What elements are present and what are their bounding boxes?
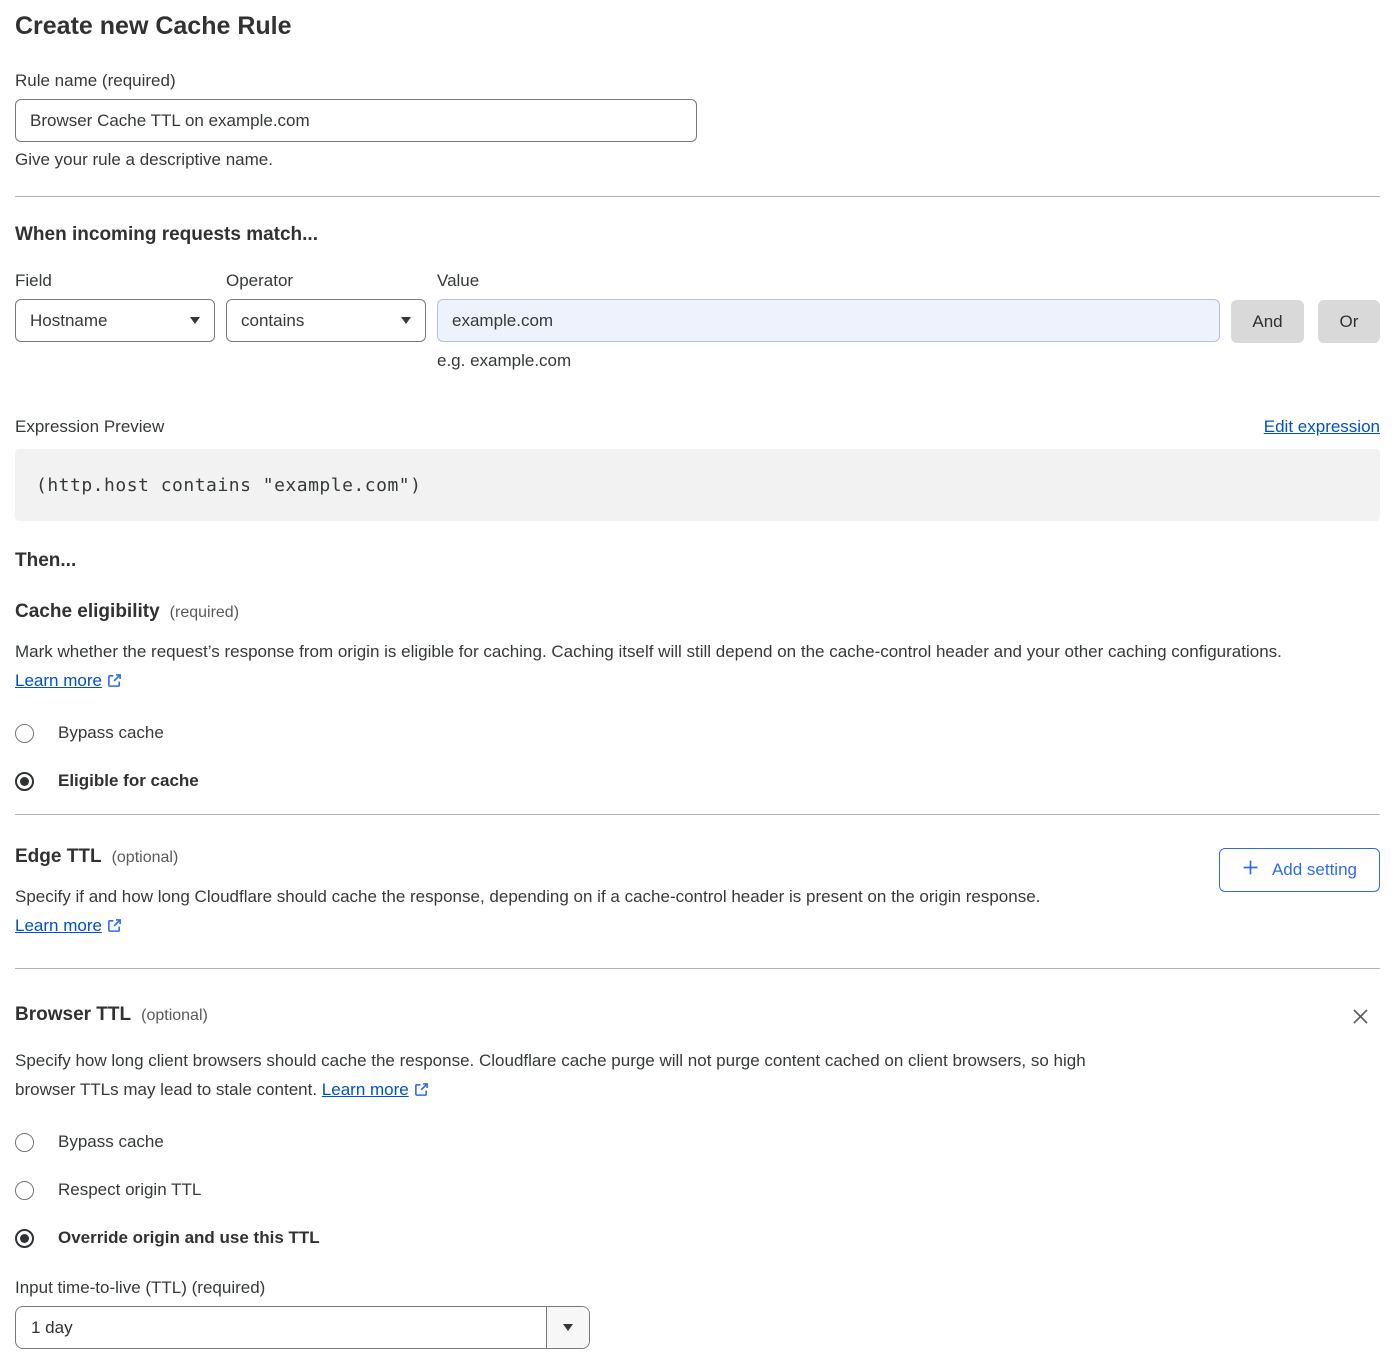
chevron-down-icon	[190, 317, 200, 324]
radio-override-origin-ttl[interactable]: Override origin and use this TTL	[15, 1227, 1380, 1249]
match-condition-row: Field Hostname Operator contains Value e…	[15, 270, 1380, 371]
cache-eligibility-description: Mark whether the request’s response from…	[15, 638, 1360, 697]
cache-eligibility-heading: Cache eligibility	[15, 601, 160, 622]
ttl-select[interactable]: 1 day	[15, 1306, 590, 1349]
radio-label: Bypass cache	[58, 723, 164, 743]
radio-respect-origin-ttl[interactable]: Respect origin TTL	[15, 1179, 1380, 1201]
ttl-select-value: 1 day	[16, 1318, 73, 1338]
field-label: Field	[15, 270, 215, 291]
page-title: Create new Cache Rule	[15, 12, 1380, 40]
value-input[interactable]	[437, 299, 1220, 342]
radio-label: Override origin and use this TTL	[58, 1228, 320, 1248]
and-button[interactable]: And	[1231, 300, 1304, 343]
radio-circle-icon[interactable]	[15, 724, 34, 743]
radio-eligible-for-cache[interactable]: Eligible for cache	[15, 770, 1380, 792]
expression-section: Expression Preview Edit expression (http…	[15, 416, 1380, 521]
radio-circle-selected-icon[interactable]	[15, 772, 34, 791]
rule-name-section: Rule name (required) Give your rule a de…	[15, 70, 1380, 170]
operator-select-value: contains	[241, 311, 304, 331]
value-column: Value e.g. example.com	[437, 270, 1220, 371]
or-button[interactable]: Or	[1318, 300, 1380, 343]
learn-more-link[interactable]: Learn more	[322, 1080, 409, 1099]
create-cache-rule-form: Create new Cache Rule Rule name (require…	[0, 0, 1400, 1367]
value-label: Value	[437, 270, 1220, 291]
cache-eligibility-section: Cache eligibility (required) Mark whether…	[15, 600, 1380, 792]
radio-label: Eligible for cache	[58, 771, 199, 791]
then-heading: Then...	[15, 549, 1380, 573]
radio-browser-bypass-cache[interactable]: Bypass cache	[15, 1131, 1380, 1153]
expression-code-box: (http.host contains "example.com")	[15, 449, 1380, 521]
edit-expression-link[interactable]: Edit expression	[1264, 417, 1380, 437]
rule-name-helper: Give your rule a descriptive name.	[15, 149, 1380, 170]
browser-ttl-heading: Browser TTL	[15, 1004, 131, 1025]
match-section: When incoming requests match... Field Ho…	[15, 223, 1380, 371]
match-heading: When incoming requests match...	[15, 223, 1380, 247]
browser-ttl-qualifier: (optional)	[141, 1007, 208, 1024]
expression-preview-label: Expression Preview	[15, 416, 164, 438]
value-helper: e.g. example.com	[437, 350, 1220, 371]
ttl-input-group: Input time-to-live (TTL) (required) 1 da…	[15, 1277, 1380, 1349]
radio-label: Bypass cache	[58, 1132, 164, 1152]
operator-label: Operator	[226, 270, 426, 291]
rule-name-input[interactable]	[15, 99, 697, 142]
edge-ttl-heading: Edge TTL	[15, 846, 102, 867]
browser-ttl-description: Specify how long client browsers should …	[15, 1047, 1105, 1106]
expression-code: (http.host contains "example.com")	[36, 475, 421, 496]
chevron-down-icon	[401, 317, 411, 324]
radio-circle-selected-icon[interactable]	[15, 1229, 34, 1248]
external-link-icon	[107, 673, 122, 692]
field-select-value: Hostname	[30, 311, 107, 331]
radio-label: Respect origin TTL	[58, 1180, 201, 1200]
browser-ttl-section: Browser TTL (optional) Specify how long c…	[15, 1003, 1380, 1349]
radio-circle-icon[interactable]	[15, 1181, 34, 1200]
external-link-icon	[414, 1082, 429, 1101]
edge-ttl-description: Specify if and how long Cloudflare shoul…	[15, 883, 1120, 942]
cache-eligibility-qualifier: (required)	[170, 604, 239, 621]
operator-column: Operator contains	[226, 270, 426, 342]
radio-bypass-cache[interactable]: Bypass cache	[15, 722, 1380, 744]
edge-ttl-section: Edge TTL (optional) Specify if and how lo…	[15, 845, 1380, 942]
section-divider	[15, 196, 1380, 197]
field-select[interactable]: Hostname	[15, 299, 215, 342]
close-icon[interactable]	[1347, 1003, 1374, 1033]
add-setting-button[interactable]: Add setting	[1219, 848, 1380, 892]
external-link-icon	[107, 918, 122, 937]
section-divider	[15, 968, 1380, 969]
chevron-down-icon[interactable]	[546, 1307, 589, 1348]
section-divider	[15, 814, 1380, 815]
plus-icon	[1242, 859, 1259, 881]
field-column: Field Hostname	[15, 270, 215, 342]
edge-ttl-qualifier: (optional)	[112, 849, 179, 866]
learn-more-link[interactable]: Learn more	[15, 671, 102, 690]
operator-select[interactable]: contains	[226, 299, 426, 342]
radio-circle-icon[interactable]	[15, 1133, 34, 1152]
learn-more-link[interactable]: Learn more	[15, 916, 102, 935]
ttl-input-label: Input time-to-live (TTL) (required)	[15, 1277, 1380, 1298]
rule-name-label: Rule name (required)	[15, 70, 1380, 91]
